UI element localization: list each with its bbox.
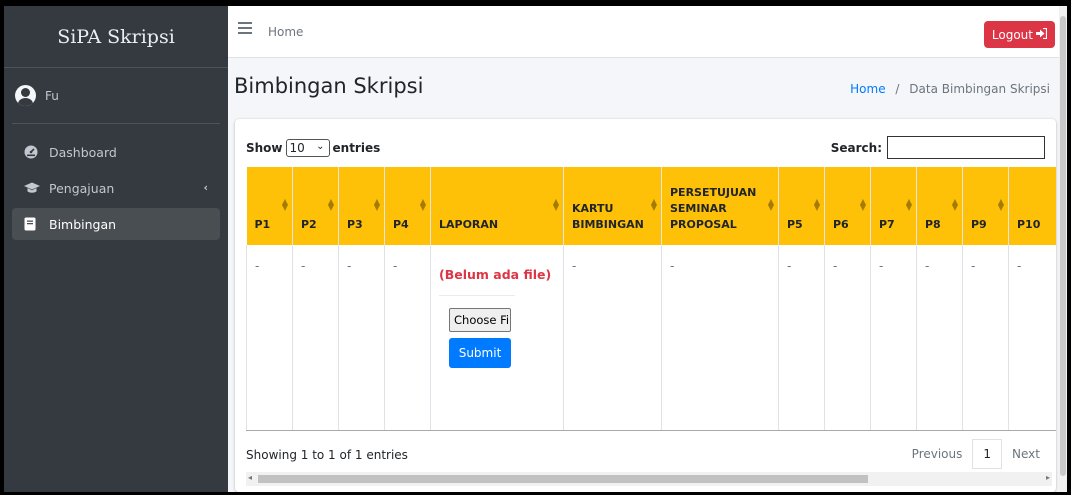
menu-toggle-icon[interactable] bbox=[238, 22, 252, 34]
sort-icon: ▲ ▼ bbox=[327, 197, 334, 212]
sidebar-item-label: Dashboard bbox=[49, 144, 117, 160]
logout-label: Logout bbox=[991, 27, 1033, 42]
brand-text: SiPA Skripsi bbox=[57, 25, 175, 48]
sort-icon: ▲ ▼ bbox=[281, 197, 288, 212]
sort-icon: ▲ ▼ bbox=[951, 197, 958, 212]
chevron-left-icon: ‹ bbox=[203, 181, 208, 194]
book-icon bbox=[24, 217, 38, 231]
show-label: Show bbox=[246, 141, 283, 155]
table-info: Showing 1 to 1 of 1 entries bbox=[246, 448, 408, 462]
sort-icon: ▲ ▼ bbox=[552, 197, 559, 212]
table-cell: - bbox=[338, 245, 385, 431]
column-header-persetujuan-seminar-proposal[interactable]: ▲ ▼ PERSETUJUAN SEMINAR PROPOSAL bbox=[661, 167, 779, 245]
no-file-status: (Belum ada file) bbox=[439, 267, 552, 282]
table-cell: - bbox=[916, 245, 963, 431]
choose-file-button[interactable]: Choose File bbox=[449, 308, 511, 332]
sidebar-item-label: Pengajuan bbox=[49, 180, 115, 196]
table-cell: - bbox=[563, 245, 662, 431]
table-cell: - bbox=[1008, 245, 1056, 431]
sort-icon: ▲ ▼ bbox=[905, 197, 912, 212]
scroll-right-arrow-icon[interactable]: ▸ bbox=[1046, 473, 1050, 482]
logout-button[interactable]: Logout bbox=[983, 21, 1055, 48]
breadcrumb-separator: / bbox=[895, 82, 900, 96]
column-header-p10[interactable]: P10 bbox=[1008, 167, 1056, 245]
column-header-p3[interactable]: ▲ ▼ P3 bbox=[338, 167, 385, 245]
pagination-page-1[interactable]: 1 bbox=[972, 439, 1003, 469]
sidebar-item-label: Bimbingan bbox=[49, 216, 117, 232]
top-home-link[interactable]: Home bbox=[268, 25, 303, 39]
entries-select-value: 10 bbox=[289, 141, 305, 155]
table-header-row: ▲ ▼ P1 ▲ ▼ P2 ▲ ▼ P3 ▲ ▼ P4 ▲ ▼ LAPORAN ▲ ▼ KARTU BI… bbox=[246, 167, 1056, 245]
pagination-next[interactable]: Next bbox=[1002, 439, 1050, 469]
table-cell: - bbox=[962, 245, 1009, 431]
divider bbox=[439, 295, 515, 296]
tachometer-icon bbox=[24, 145, 38, 159]
sort-icon: ▲ ▼ bbox=[373, 197, 380, 212]
column-header-p9[interactable]: ▲ ▼ P9 bbox=[962, 167, 1009, 245]
table-cell: - bbox=[246, 245, 293, 431]
data-card: Show 10 ⌄ entries Search: ▲ ▼ P1 ▲ ▼ P2 … bbox=[235, 119, 1056, 492]
table-cell: - bbox=[384, 245, 431, 431]
entries-length-control: Show 10 ⌄ entries bbox=[246, 139, 380, 157]
table-cell: - bbox=[870, 245, 917, 431]
sort-icon: ▲ ▼ bbox=[813, 197, 820, 212]
sort-icon: ▲ ▼ bbox=[650, 197, 657, 212]
app-screen: SiPA Skripsi Fu Dashboard Pengajuan ‹ Bi… bbox=[4, 6, 1067, 492]
bimbingan-table: ▲ ▼ P1 ▲ ▼ P2 ▲ ▼ P3 ▲ ▼ P4 ▲ ▼ LAPORAN ▲ ▼ KARTU BI… bbox=[246, 167, 1056, 431]
user-name: Fu bbox=[45, 88, 59, 103]
graduation-cap-icon bbox=[24, 181, 40, 195]
sidebar: SiPA Skripsi Fu Dashboard Pengajuan ‹ Bi… bbox=[4, 6, 228, 492]
column-header-p1[interactable]: ▲ ▼ P1 bbox=[246, 167, 293, 245]
sidebar-item-dashboard[interactable]: Dashboard bbox=[12, 136, 220, 168]
sidebar-nav: Dashboard Pengajuan ‹ Bimbingan bbox=[4, 136, 228, 240]
breadcrumb-current: Data Bimbingan Skripsi bbox=[909, 82, 1050, 96]
table-scroll-area: ▲ ▼ P1 ▲ ▼ P2 ▲ ▼ P3 ▲ ▼ P4 ▲ ▼ LAPORAN ▲ ▼ KARTU BI… bbox=[246, 167, 1056, 434]
column-header-p7[interactable]: ▲ ▼ P7 bbox=[870, 167, 917, 245]
laporan-cell: (Belum ada file) Choose File Submit bbox=[430, 245, 564, 431]
column-header-p8[interactable]: ▲ ▼ P8 bbox=[916, 167, 963, 245]
sidebar-item-bimbingan[interactable]: Bimbingan bbox=[12, 208, 220, 240]
top-navbar: Home Logout bbox=[228, 6, 1067, 58]
table-cell: - bbox=[661, 245, 779, 431]
page-title: Bimbingan Skripsi bbox=[234, 74, 424, 98]
pagination: Previous 1 Next bbox=[902, 439, 1050, 469]
sign-out-icon bbox=[1036, 27, 1048, 42]
sort-icon: ▲ ▼ bbox=[419, 197, 426, 212]
column-header-p6[interactable]: ▲ ▼ P6 bbox=[824, 167, 871, 245]
scroll-left-arrow-icon[interactable]: ◂ bbox=[248, 473, 252, 482]
column-header-p4[interactable]: ▲ ▼ P4 bbox=[384, 167, 431, 245]
user-panel[interactable]: Fu bbox=[12, 68, 220, 124]
search-input[interactable] bbox=[887, 136, 1045, 159]
chevron-down-icon: ⌄ bbox=[316, 141, 325, 152]
entries-select[interactable]: 10 ⌄ bbox=[285, 139, 330, 157]
table-cell: - bbox=[778, 245, 825, 431]
table-row: - - - - (Belum ada file) Choose File Sub… bbox=[246, 245, 1056, 431]
sort-icon: ▲ ▼ bbox=[997, 197, 1004, 212]
breadcrumb: Home / Data Bimbingan Skripsi bbox=[850, 82, 1050, 96]
window-frame: SiPA Skripsi Fu Dashboard Pengajuan ‹ Bi… bbox=[0, 0, 1071, 495]
submit-button[interactable]: Submit bbox=[449, 338, 511, 368]
breadcrumb-home-link[interactable]: Home bbox=[850, 82, 885, 96]
vertical-scrollbar-thumb[interactable] bbox=[1060, 16, 1066, 476]
horizontal-scrollbar[interactable]: ◂ ▸ bbox=[246, 472, 1052, 486]
vertical-scrollbar[interactable] bbox=[1059, 6, 1067, 492]
table-cell: - bbox=[824, 245, 871, 431]
sidebar-item-pengajuan[interactable]: Pengajuan ‹ bbox=[12, 172, 220, 204]
column-header-p5[interactable]: ▲ ▼ P5 bbox=[778, 167, 825, 245]
column-header-laporan[interactable]: ▲ ▼ LAPORAN bbox=[430, 167, 564, 245]
search-label: Search: bbox=[830, 140, 882, 155]
scrollbar-thumb[interactable] bbox=[258, 475, 868, 483]
entries-label: entries bbox=[332, 141, 381, 155]
table-cell: - bbox=[292, 245, 339, 431]
sort-icon: ▲ ▼ bbox=[859, 197, 866, 212]
table-search: Search: bbox=[831, 136, 1045, 159]
user-avatar-icon bbox=[15, 85, 36, 106]
column-header-kartu-bimbingan[interactable]: ▲ ▼ KARTU BIMBINGAN bbox=[563, 167, 662, 245]
column-header-p2[interactable]: ▲ ▼ P2 bbox=[292, 167, 339, 245]
sort-icon: ▲ ▼ bbox=[767, 197, 774, 212]
brand-logo[interactable]: SiPA Skripsi bbox=[4, 6, 228, 68]
pagination-previous[interactable]: Previous bbox=[902, 439, 973, 469]
